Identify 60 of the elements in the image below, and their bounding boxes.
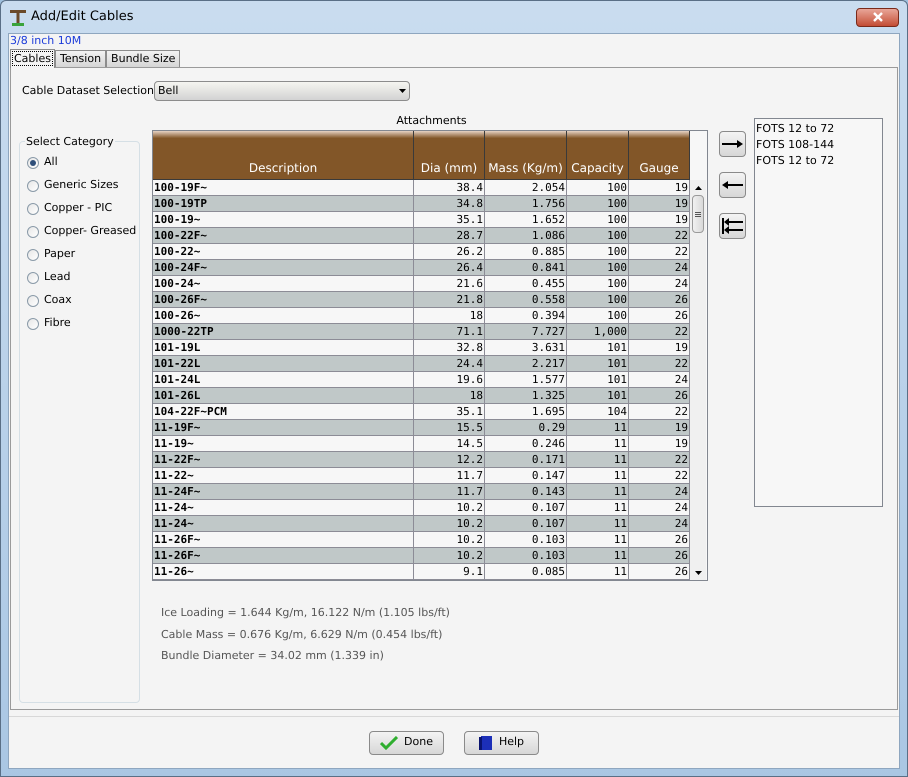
scrollbar-thumb[interactable] [692, 195, 704, 233]
category-radio[interactable]: All [27, 151, 139, 174]
table-cell: 11 [567, 564, 629, 580]
cable-size-label: 3/8 inch 10M [9, 34, 82, 48]
close-button[interactable] [856, 8, 899, 26]
attachment-item[interactable]: FOTS 108-144 [756, 137, 882, 153]
category-radio[interactable]: Lead [27, 266, 139, 289]
info-text: Cable Mass = 0.676 Kg/m, 6.629 N/m (0.454 lbs/ft) [161, 626, 444, 642]
check-icon [380, 736, 398, 750]
column-header[interactable]: Description [153, 131, 414, 180]
help-button[interactable]: Help [464, 730, 539, 754]
radio-button[interactable] [27, 294, 39, 306]
table-cell: 0.085 [485, 564, 567, 580]
close-icon [872, 12, 882, 22]
category-radio[interactable]: Coax [27, 289, 139, 312]
dropdown-caret-icon [399, 89, 406, 93]
info-text: Ice Loading = 1.644 Kg/m, 16.122 N/m (1.105 lbs/ft) [161, 605, 451, 621]
category-radio[interactable]: Copper- Greased [27, 220, 139, 243]
help-book-icon [478, 734, 493, 750]
arrow-right-icon [722, 140, 743, 148]
radio-button[interactable] [27, 156, 39, 168]
radio-button[interactable] [27, 226, 39, 238]
table-cell: 11-26~ [153, 564, 414, 580]
attachments-list[interactable]: FOTS 12 to 72 FOTS 108-144 FOTS 12 to 72 [754, 118, 883, 507]
attachments-heading: Attachments [395, 114, 468, 128]
grip-icon [695, 212, 701, 216]
category-group-title: Select Category [25, 134, 115, 150]
radio-button[interactable] [27, 180, 39, 192]
dataset-dropdown[interactable]: Bell [154, 81, 410, 101]
double-arrow-left-icon [722, 217, 743, 235]
tab[interactable]: Bundle Size [106, 50, 180, 67]
attachment-item[interactable]: FOTS 12 to 72 [756, 153, 882, 169]
category-radio[interactable]: Paper [27, 243, 139, 266]
tab[interactable]: Tension [54, 50, 106, 67]
info-text: Bundle Diameter = 34.02 mm (1.339 in) [161, 648, 385, 664]
tab[interactable]: Cables [10, 49, 55, 68]
radio-button[interactable] [27, 248, 39, 260]
scroll-up-icon[interactable] [694, 186, 702, 190]
column-header[interactable]: Capacity [567, 131, 629, 180]
arrow-left-icon [722, 181, 743, 189]
radio-button[interactable] [27, 318, 39, 330]
column-header[interactable]: Mass (Kg/m) [485, 131, 567, 180]
attachment-item[interactable]: FOTS 12 to 72 [756, 121, 882, 137]
category-radio[interactable]: Fibre [27, 312, 139, 335]
table-cell: 9.1 [414, 564, 485, 580]
category-radio[interactable]: Copper - PIC [27, 197, 139, 220]
window-title: Add/Edit Cables [31, 8, 134, 26]
radio-button[interactable] [27, 202, 39, 214]
remove-all-button[interactable] [719, 213, 746, 239]
radio-button[interactable] [27, 272, 39, 284]
add-attachment-button[interactable] [719, 131, 746, 157]
category-radio[interactable]: Generic Sizes [27, 174, 139, 197]
scroll-down-icon[interactable] [694, 571, 702, 575]
utility-pole-icon [9, 8, 27, 26]
dataset-label: Cable Dataset Selection [22, 82, 154, 99]
column-header[interactable]: Dia (mm) [414, 131, 485, 180]
column-header[interactable]: Gauge [629, 131, 690, 180]
remove-attachment-button[interactable] [719, 172, 746, 198]
scrollbar[interactable] [690, 180, 706, 580]
done-button[interactable]: Done [369, 730, 444, 754]
